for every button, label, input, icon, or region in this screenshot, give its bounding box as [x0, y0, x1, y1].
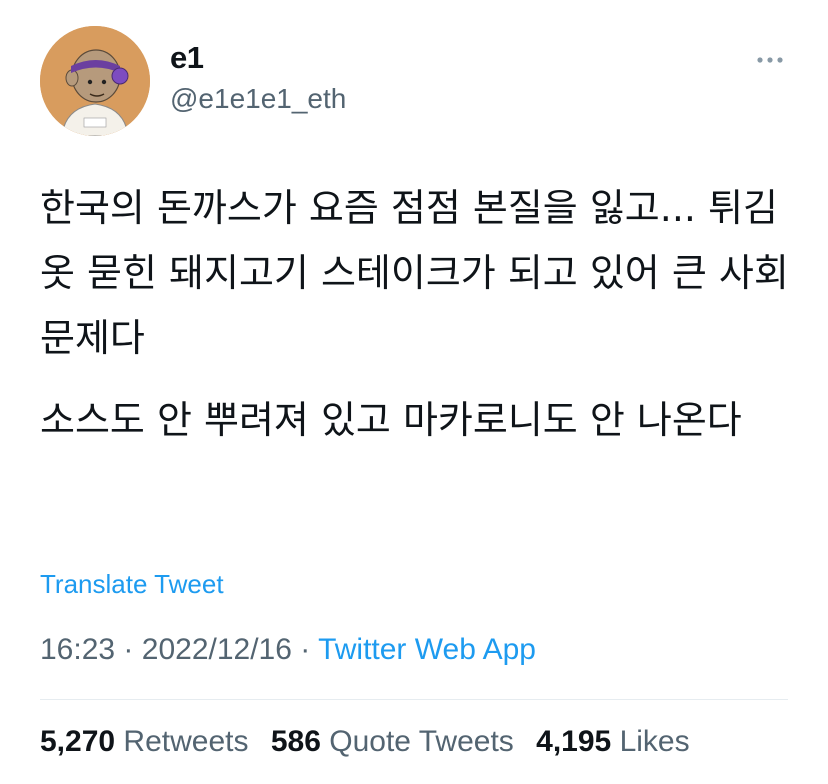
tweet-text: 한국의 돈까스가 요즘 점점 본질을 잃고... 튀김옷 묻힌 돼지고기 스테이… [40, 176, 795, 453]
meta-separator: · [123, 633, 134, 666]
more-options-button[interactable] [748, 48, 792, 72]
engagement-stats: 5,270 Retweets 586 Quote Tweets 4,195 Li… [40, 725, 704, 759]
retweets-count: 5,270 [40, 725, 116, 758]
tweet-time[interactable]: 16:23 [40, 633, 115, 666]
ellipsis-icon [757, 57, 783, 63]
author-avatar[interactable] [40, 26, 150, 136]
tweet-meta: 16:23 · 2022/12/16 · Twitter Web App [40, 633, 536, 667]
likes-label: Likes [619, 725, 690, 758]
retweets-label: Retweets [123, 725, 249, 758]
likes-count: 4,195 [536, 725, 612, 758]
author-display-name[interactable]: e1 [170, 40, 204, 76]
tweet-source-link[interactable]: Twitter Web App [318, 633, 536, 666]
meta-separator: · [300, 633, 311, 666]
quote-tweets-count: 586 [270, 725, 321, 758]
tweet-date[interactable]: 2022/12/16 [142, 633, 292, 666]
author-handle[interactable]: @e1e1e1_eth [170, 83, 346, 115]
tweet-paragraph: 한국의 돈까스가 요즘 점점 본질을 잃고... 튀김옷 묻힌 돼지고기 스테이… [40, 186, 789, 360]
likes-stat[interactable]: 4,195 Likes [536, 725, 689, 759]
cartoon-avatar-icon [40, 26, 150, 136]
quote-tweets-label: Quote Tweets [329, 725, 514, 758]
divider [40, 699, 788, 700]
tweet-paragraph: 소스도 안 뿌려져 있고 마카로니도 안 나온다 [40, 398, 742, 442]
translate-tweet-link[interactable]: Translate Tweet [40, 569, 224, 600]
quote-tweets-stat[interactable]: 586 Quote Tweets [271, 725, 514, 759]
retweets-stat[interactable]: 5,270 Retweets [40, 725, 248, 759]
